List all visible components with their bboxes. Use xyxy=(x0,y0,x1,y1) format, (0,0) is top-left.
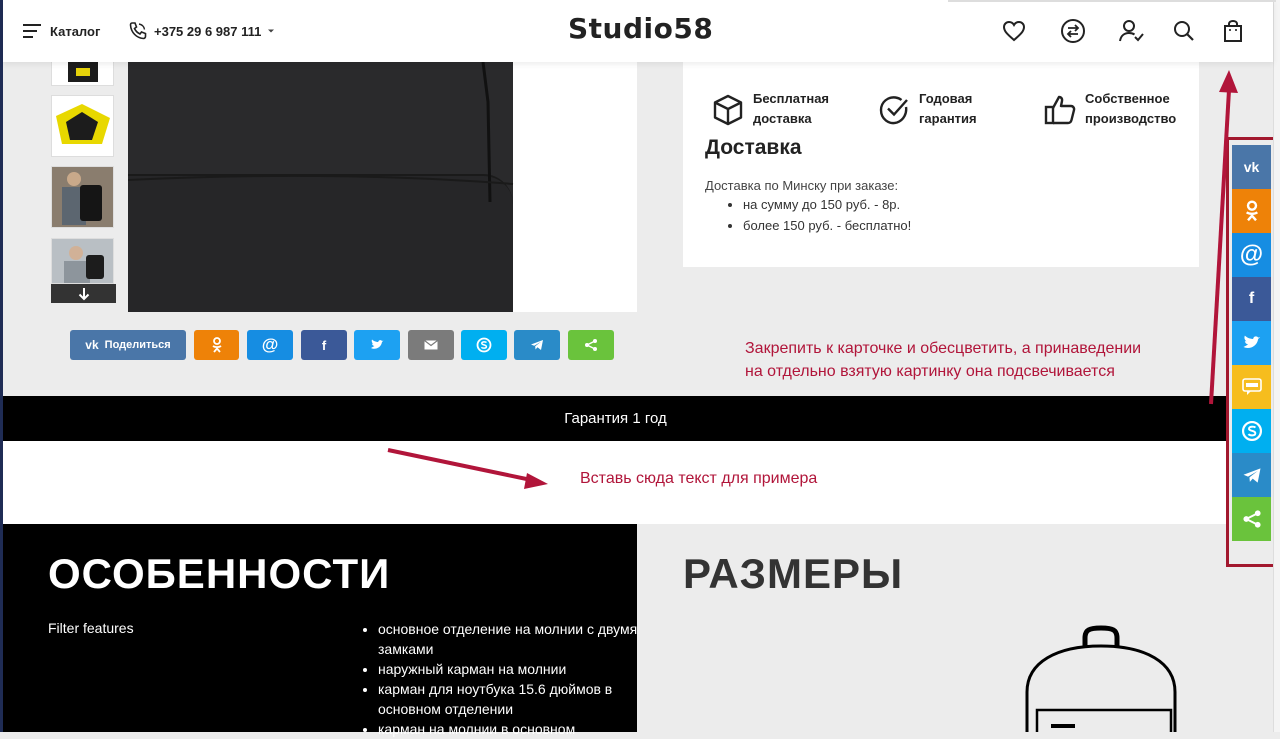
sizes-title: РАЗМЕРЫ xyxy=(683,550,904,597)
features-list-item: карман на молнии в основном xyxy=(378,719,638,739)
heart-icon xyxy=(1002,20,1026,42)
search-button[interactable] xyxy=(1170,17,1198,45)
annotation-line-2: на отдельно взятую картинку она подсвечи… xyxy=(745,363,1115,380)
sizes-section: РАЗМЕРЫ xyxy=(637,524,1228,732)
arrow-down-icon xyxy=(78,287,89,300)
delivery-list-item: более 150 руб. - бесплатно! xyxy=(743,215,911,236)
share-telegram-button[interactable] xyxy=(514,330,560,360)
skype-icon xyxy=(476,337,492,353)
thumbnail-image xyxy=(52,239,113,283)
delivery-list-item: на сумму до 150 руб. - 8р. xyxy=(743,194,911,215)
features-list-item: карман для ноутбука 15.6 дюймов в основн… xyxy=(378,679,638,719)
backpack-outline-drawing xyxy=(1025,625,1177,732)
sidebar-highlight-frame xyxy=(1226,137,1278,567)
feature-warranty: Годовая гарантия xyxy=(875,89,1011,129)
annotation-line-1: Закрепить к карточке и обесцветить, а пр… xyxy=(745,340,1142,357)
menu-icon xyxy=(23,24,41,38)
product-thumbnail[interactable] xyxy=(51,62,114,86)
feature-own-production: Собственное производство xyxy=(1041,89,1177,129)
cart-button[interactable] xyxy=(1219,17,1247,45)
check-circle-icon xyxy=(875,91,913,129)
window-scrollbar[interactable] xyxy=(1273,0,1280,732)
account-button[interactable] xyxy=(1118,17,1146,45)
share-icon xyxy=(585,339,597,351)
product-thumbnail[interactable] xyxy=(51,95,114,157)
features-title: ОСОБЕННОСТИ xyxy=(48,550,391,597)
site-header: Каталог +375 29 6 987 111 Studio58 xyxy=(3,0,1276,62)
catalog-label: Каталог xyxy=(50,23,101,39)
share-mail-button[interactable]: @ xyxy=(247,330,293,360)
thumbnail-image xyxy=(68,62,98,82)
thumbnails-scroll-down[interactable] xyxy=(51,284,116,303)
thumbs-up-icon xyxy=(1041,91,1079,129)
vk-icon: vk xyxy=(85,338,99,352)
product-thumbnail[interactable] xyxy=(51,166,114,228)
share-vk-label: Поделиться xyxy=(104,339,171,351)
delivery-title: Доставка xyxy=(705,136,802,159)
feature-line-2: доставка xyxy=(753,111,812,126)
feature-line-1: Годовая xyxy=(919,91,973,106)
insert-text-annotation: Вставь сюда текст для примера xyxy=(580,470,818,487)
thumbnail-image xyxy=(56,104,110,144)
favorites-button[interactable] xyxy=(1000,17,1028,45)
dropdown-shadow xyxy=(948,0,1276,2)
product-main-image[interactable] xyxy=(128,62,637,312)
share-ok-button[interactable] xyxy=(194,330,239,360)
search-icon xyxy=(1174,21,1194,41)
share-facebook-button[interactable]: f xyxy=(301,330,347,360)
odnoklassniki-icon xyxy=(211,337,222,353)
share-email-button[interactable] xyxy=(408,330,454,360)
guarantee-bar: Гарантия 1 год xyxy=(3,396,1228,441)
delivery-intro: Доставка по Минску при заказе: xyxy=(705,178,899,193)
facebook-icon: f xyxy=(321,337,327,353)
features-list: основное отделение на молнии с двумя зам… xyxy=(360,619,638,739)
backpack-details xyxy=(128,62,514,203)
share-vk-button[interactable]: vk Поделиться xyxy=(70,330,186,360)
feature-line-2: производство xyxy=(1085,111,1177,126)
box-icon xyxy=(709,91,747,129)
chevron-down-icon xyxy=(268,29,275,33)
feature-line-1: Собственное xyxy=(1085,91,1170,106)
product-thumbnail[interactable] xyxy=(51,238,114,284)
feature-line-1: Бесплатная xyxy=(753,91,830,106)
compare-icon xyxy=(1061,19,1085,43)
phone-icon xyxy=(129,22,147,40)
at-icon: @ xyxy=(261,335,279,354)
thumbnail-image xyxy=(52,167,113,227)
twitter-icon xyxy=(371,339,384,349)
sidebar-annotation: Закрепить к карточке и обесцветить, а пр… xyxy=(745,337,1141,383)
phone-number: +375 29 6 987 111 xyxy=(154,23,262,39)
feature-free-delivery: Бесплатная доставка xyxy=(709,89,845,129)
user-check-icon xyxy=(1119,20,1144,42)
filter-features-label: Filter features xyxy=(48,620,134,636)
share-generic-button[interactable] xyxy=(568,330,614,360)
compare-button[interactable] xyxy=(1059,17,1087,45)
feature-line-2: гарантия xyxy=(919,111,977,126)
catalog-menu-button[interactable]: Каталог xyxy=(23,0,100,62)
share-twitter-button[interactable] xyxy=(354,330,400,360)
share-skype-button[interactable] xyxy=(461,330,507,360)
envelope-icon xyxy=(424,340,438,350)
guarantee-text: Гарантия 1 год xyxy=(564,410,667,427)
phone-dropdown[interactable]: +375 29 6 987 111 xyxy=(128,0,276,62)
site-logo[interactable]: Studio58 xyxy=(568,12,713,45)
telegram-icon xyxy=(531,340,543,350)
features-list-item: наружный карман на молнии xyxy=(378,659,638,679)
features-list-item: основное отделение на молнии с двумя зам… xyxy=(378,619,638,659)
shopping-bag-icon xyxy=(1224,20,1242,42)
features-section: ОСОБЕННОСТИ Filter features основное отд… xyxy=(3,524,637,737)
delivery-list: на сумму до 150 руб. - 8р. более 150 руб… xyxy=(725,194,911,236)
